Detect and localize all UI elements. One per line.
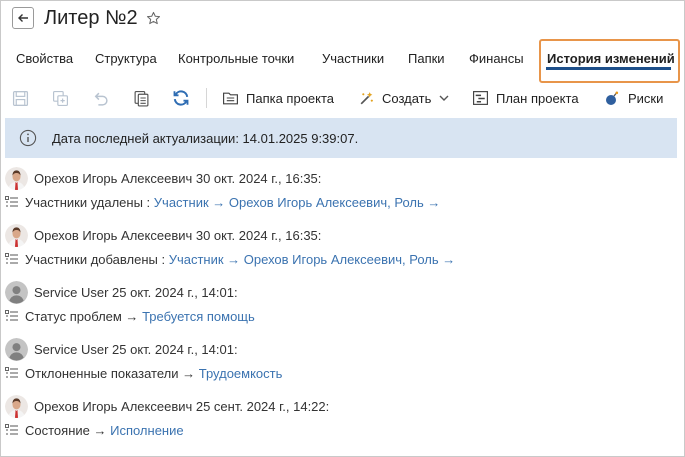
info-banner: Дата последней актуализации: 14.01.2025 …	[5, 118, 677, 158]
history-field: Участники удалены :	[25, 194, 151, 210]
avatar	[5, 223, 28, 247]
history-author-date: Орехов Игорь Алексеевич 30 окт. 2024 г.,…	[34, 170, 322, 186]
save-copy-icon[interactable]	[50, 88, 70, 108]
history-change-line: Участники удалены : Участник → Орехов Иг…	[5, 193, 440, 211]
save-icon[interactable]	[10, 88, 30, 108]
history-field: Отклоненные показатели →	[25, 365, 196, 381]
history-change-line: Участники добавлены : Участник → Орехов …	[5, 250, 455, 268]
tab-structure[interactable]: Структура	[95, 51, 157, 66]
tab-properties[interactable]: Свойства	[16, 51, 73, 66]
history-field: Состояние →	[25, 422, 107, 438]
folder-icon	[221, 89, 239, 107]
bomb-icon	[603, 89, 621, 107]
history-value-link[interactable]: Участник → Орехов Игорь Алексеевич, Роль…	[154, 195, 441, 210]
history-change-line: Отклоненные показатели → Трудоемкость	[5, 364, 282, 382]
history-value-link[interactable]: Исполнение	[110, 423, 184, 438]
user-placeholder-icon	[5, 280, 28, 304]
history-author-date: Service User 25 окт. 2024 г., 14:01:	[34, 284, 238, 300]
tab-finance[interactable]: Финансы	[469, 51, 524, 66]
history-change-line: Статус проблем → Требуется помощь	[5, 307, 255, 325]
project-plan-label: План проекта	[496, 90, 579, 106]
create-dropdown-button[interactable]: Создать	[357, 88, 449, 108]
back-button[interactable]	[12, 7, 34, 29]
info-icon	[19, 129, 37, 147]
history-entry-header: Service User 25 окт. 2024 г., 14:01:	[5, 280, 238, 304]
copy-icon[interactable]	[131, 88, 151, 108]
undo-icon[interactable]	[90, 88, 110, 108]
arrow-left-icon	[18, 14, 28, 22]
tab-participants[interactable]: Участники	[322, 51, 384, 66]
chevron-down-icon	[439, 95, 449, 102]
tab-bar: Свойства Структура Контрольные точки Уча…	[0, 38, 685, 83]
history-value-link[interactable]: Участник → Орехов Игорь Алексеевич, Роль…	[169, 252, 456, 267]
history-field: Статус проблем →	[25, 308, 139, 324]
risks-label: Риски	[628, 90, 664, 106]
toolbar-separator	[206, 88, 207, 108]
project-folder-button[interactable]: Папка проекта	[221, 88, 334, 108]
last-update-text: Дата последней актуализации: 14.01.2025 …	[52, 130, 359, 146]
list-icon	[5, 366, 19, 380]
list-icon	[5, 423, 19, 437]
favorite-star-icon[interactable]	[146, 11, 161, 26]
history-change-line: Состояние → Исполнение	[5, 421, 184, 439]
tab-folders[interactable]: Папки	[408, 51, 445, 66]
history-entry-header: Орехов Игорь Алексеевич 30 окт. 2024 г.,…	[5, 223, 321, 247]
create-sparkle-icon	[357, 89, 375, 107]
history-entry-header: Орехов Игорь Алексеевич 25 сент. 2024 г.…	[5, 394, 329, 418]
list-icon	[5, 252, 19, 266]
gantt-plan-icon	[471, 89, 489, 107]
page-title: Литер №2	[44, 6, 138, 29]
history-author-date: Орехов Игорь Алексеевич 25 сент. 2024 г.…	[34, 398, 330, 414]
create-label: Создать	[382, 90, 432, 106]
refresh-icon[interactable]	[171, 88, 191, 108]
toolbar: Папка проекта Создать План проекта Риски	[0, 84, 685, 112]
project-plan-button[interactable]: План проекта	[471, 88, 579, 108]
history-entry-header: Орехов Игорь Алексеевич 30 окт. 2024 г.,…	[5, 166, 321, 190]
risks-button[interactable]: Риски	[603, 88, 663, 108]
title-row: Литер №2	[12, 6, 161, 30]
tab-highlight-frame	[539, 39, 680, 83]
history-entry-header: Service User 25 окт. 2024 г., 14:01:	[5, 337, 238, 361]
history-author-date: Service User 25 окт. 2024 г., 14:01:	[34, 341, 238, 357]
list-icon	[5, 309, 19, 323]
avatar	[5, 394, 28, 418]
user-placeholder-icon	[5, 337, 28, 361]
tab-checkpoints[interactable]: Контрольные точки	[178, 51, 294, 66]
avatar	[5, 166, 28, 190]
history-value-link[interactable]: Требуется помощь	[142, 309, 255, 324]
project-folder-label: Папка проекта	[246, 90, 335, 106]
history-value-link[interactable]: Трудоемкость	[199, 366, 283, 381]
list-icon	[5, 195, 19, 209]
history-author-date: Орехов Игорь Алексеевич 30 окт. 2024 г.,…	[34, 227, 322, 243]
history-field: Участники добавлены :	[25, 251, 166, 267]
